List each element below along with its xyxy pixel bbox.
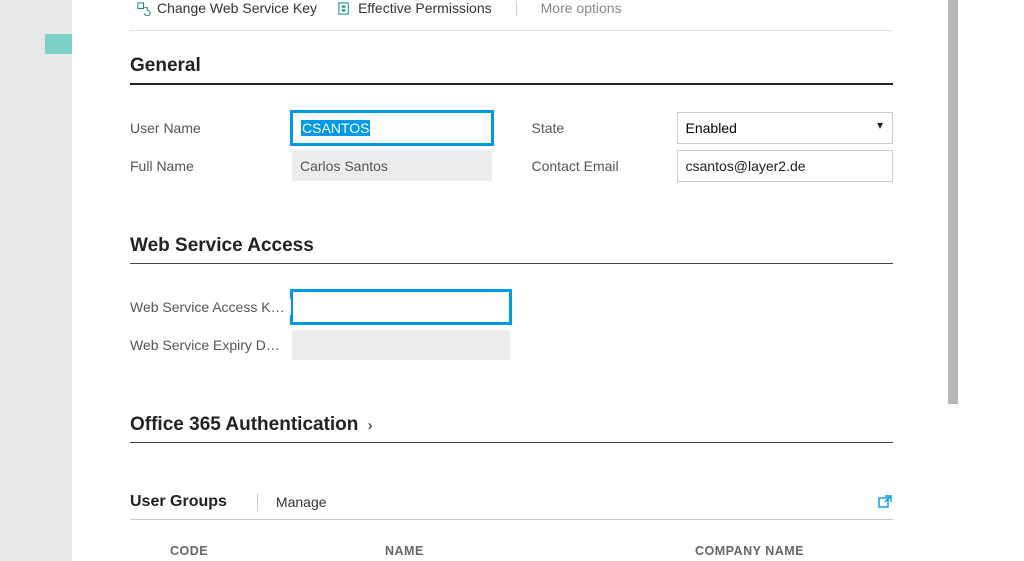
change-web-service-key-button[interactable]: Change Web Service Key [130, 0, 323, 16]
left-gutter [0, 0, 72, 561]
ug-divider [257, 493, 258, 511]
page-container: Change Web Service Key Effective Permiss… [72, 0, 948, 561]
toolbar-label: Effective Permissions [358, 0, 492, 16]
field-contact-email: Contact Email [532, 147, 894, 185]
user-groups-title[interactable]: User Groups [130, 493, 227, 511]
toolbar-label: Change Web Service Key [157, 0, 317, 16]
field-label: Contact Email [532, 158, 625, 174]
open-full-list-icon[interactable] [877, 494, 893, 510]
section-o365-label: Office 365 Authentication [130, 414, 358, 435]
user-groups-header: User Groups Manage [130, 493, 893, 520]
general-form: User Name CSANTOS Full Name [130, 109, 893, 185]
field-state: State Enabled [532, 109, 894, 147]
section-wsa-title[interactable]: Web Service Access [130, 235, 893, 264]
scrollbar[interactable] [948, 0, 958, 404]
field-label: State [532, 120, 571, 136]
col-name[interactable]: NAME [385, 544, 695, 558]
field-label: Full Name [130, 158, 200, 174]
fullname-input[interactable]: Carlos Santos [292, 151, 492, 181]
field-label: User Name [130, 120, 207, 136]
wsa-key-input[interactable] [292, 291, 510, 323]
table-header: CODE NAME COMPANY NAME [130, 544, 893, 561]
key-refresh-icon [136, 1, 151, 16]
user-groups-table: CODE NAME COMPANY NAME D365 BUS PREMIUM … [130, 544, 893, 561]
field-username: User Name CSANTOS [130, 109, 492, 147]
section-o365-title[interactable]: Office 365 Authentication › [130, 414, 893, 443]
effective-permissions-button[interactable]: Effective Permissions [331, 0, 498, 16]
section-general-title[interactable]: General [130, 55, 893, 85]
toolbar-divider [516, 2, 517, 16]
field-wsa-key: Web Service Access K… [130, 288, 550, 326]
toolbar-label: More options [541, 0, 622, 16]
col-company[interactable]: COMPANY NAME [695, 544, 895, 558]
more-options-button[interactable]: More options [535, 0, 628, 16]
chevron-right-icon: › [368, 417, 373, 434]
contact-email-input[interactable] [677, 150, 894, 182]
state-select[interactable]: Enabled [677, 112, 894, 144]
field-label: Web Service Expiry D… [130, 337, 286, 353]
permissions-icon [337, 1, 352, 16]
gutter-accent [45, 34, 72, 54]
username-value: CSANTOS [301, 120, 370, 136]
toolbar-separator [130, 30, 893, 31]
field-fullname: Full Name Carlos Santos [130, 147, 492, 185]
wsa-form: Web Service Access K… Web Service Expiry… [130, 288, 893, 364]
field-label: Web Service Access K… [130, 299, 291, 315]
field-wsa-expiry: Web Service Expiry D… [130, 326, 550, 364]
username-input[interactable]: CSANTOS [292, 112, 492, 144]
wsa-expiry-input[interactable] [292, 330, 510, 360]
col-code[interactable]: CODE [170, 544, 385, 558]
user-groups-manage[interactable]: Manage [276, 494, 327, 510]
toolbar: Change Web Service Key Effective Permiss… [130, 0, 893, 24]
